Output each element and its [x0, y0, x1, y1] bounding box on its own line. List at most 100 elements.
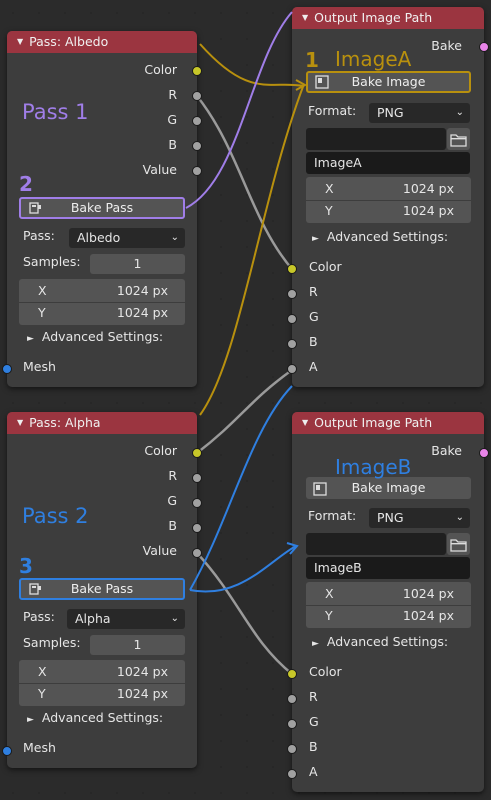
resolution-x-field[interactable]: X 1024 px — [306, 179, 471, 199]
alpha-b-socket[interactable] — [192, 523, 202, 533]
pass-albedo-node[interactable]: ▼ Pass: Albedo Color R G B Value Bake Pa… — [7, 31, 197, 387]
output-color-label: Color — [144, 443, 177, 458]
y-label: Y — [325, 608, 333, 623]
y-label: Y — [325, 203, 333, 218]
resolution-vector[interactable]: X 1024 px Y 1024 px — [19, 279, 185, 325]
output-b-header[interactable]: ▼ Output Image Path — [292, 412, 484, 434]
albedo-mesh-socket[interactable] — [2, 364, 12, 374]
folder-button[interactable] — [447, 128, 470, 150]
pass-alpha-header[interactable]: ▼ Pass: Alpha — [7, 412, 197, 434]
resolution-y-field[interactable]: Y 1024 px — [306, 606, 471, 626]
pass-dropdown-value: Albedo — [77, 230, 121, 245]
format-dropdown[interactable]: PNG ⌄ — [369, 508, 470, 528]
pass-albedo-header[interactable]: ▼ Pass: Albedo — [7, 31, 197, 53]
albedo-b-socket[interactable] — [192, 141, 202, 151]
bake-image-button[interactable]: Bake Image — [306, 477, 471, 499]
outA-r-socket[interactable] — [287, 289, 297, 299]
bake-output-label: Bake — [431, 38, 462, 53]
bake-pass-button[interactable]: Bake Pass — [19, 578, 185, 600]
format-label: Format: — [308, 508, 357, 523]
outB-b-socket[interactable] — [287, 744, 297, 754]
resolution-x-field[interactable]: X 1024 px — [306, 584, 471, 604]
bake-pass-button[interactable]: Bake Pass — [19, 197, 185, 219]
path-field[interactable] — [306, 533, 446, 555]
image-name-field[interactable]: ImageB — [306, 557, 470, 579]
albedo-value-socket[interactable] — [192, 166, 202, 176]
resolution-x-field[interactable]: X 1024 px — [19, 281, 185, 301]
outB-bake-socket[interactable] — [479, 448, 489, 458]
alpha-g-socket[interactable] — [192, 498, 202, 508]
pass-dropdown[interactable]: Albedo ⌄ — [69, 228, 185, 248]
samples-value: 1 — [133, 256, 142, 271]
outA-color-socket[interactable] — [287, 264, 297, 274]
alpha-mesh-socket[interactable] — [2, 746, 12, 756]
outA-g-socket[interactable] — [287, 314, 297, 324]
chevron-down-icon: ⌄ — [455, 512, 464, 523]
folder-icon — [450, 537, 467, 559]
pass-dropdown[interactable]: Alpha ⌄ — [67, 609, 185, 629]
albedo-r-socket[interactable] — [192, 91, 202, 101]
expand-triangle-icon: ► — [27, 715, 34, 725]
annotation-number-1: 1 — [305, 48, 319, 72]
pass-alpha-node[interactable]: ▼ Pass: Alpha Color R G B Value Bake Pas… — [7, 412, 197, 768]
expand-triangle-icon: ► — [312, 234, 319, 244]
outB-g-socket[interactable] — [287, 719, 297, 729]
advanced-settings-toggle[interactable]: ► Advanced Settings: — [312, 229, 448, 244]
output-a-header[interactable]: ▼ Output Image Path — [292, 7, 484, 29]
advanced-settings-toggle[interactable]: ► Advanced Settings: — [312, 634, 448, 649]
output-b-label: B — [168, 137, 177, 152]
outA-a-socket[interactable] — [287, 364, 297, 374]
advanced-settings-toggle[interactable]: ► Advanced Settings: — [27, 329, 163, 344]
resolution-y-field[interactable]: Y 1024 px — [306, 201, 471, 221]
image-name-value: ImageA — [314, 155, 362, 170]
format-dropdown[interactable]: PNG ⌄ — [369, 103, 470, 123]
blue-link-down — [189, 545, 297, 593]
path-field[interactable] — [306, 128, 446, 150]
x-value: 1024 px — [116, 664, 168, 679]
albedo-g-socket[interactable] — [192, 116, 202, 126]
outB-color-socket[interactable] — [287, 669, 297, 679]
image-icon — [315, 75, 329, 89]
alpha-r-socket[interactable] — [192, 473, 202, 483]
image-name-field[interactable]: ImageA — [306, 152, 470, 174]
outB-r-socket[interactable] — [287, 694, 297, 704]
samples-field[interactable]: 1 — [90, 254, 185, 274]
bake-pass-label: Bake Pass — [70, 581, 134, 596]
resolution-vector[interactable]: X 1024 px Y 1024 px — [306, 582, 471, 628]
resolution-y-field[interactable]: Y 1024 px — [19, 684, 185, 704]
alpha-value-socket[interactable] — [192, 548, 202, 558]
input-r-label: R — [309, 689, 318, 704]
pass-label: Pass: — [23, 609, 55, 624]
resolution-vector[interactable]: X 1024 px Y 1024 px — [306, 177, 471, 223]
samples-field[interactable]: 1 — [90, 635, 185, 655]
collapse-triangle-icon[interactable]: ▼ — [302, 412, 308, 434]
advanced-settings-toggle[interactable]: ► Advanced Settings: — [27, 710, 163, 725]
image-icon — [313, 481, 327, 496]
collapse-triangle-icon[interactable]: ▼ — [17, 412, 23, 434]
collapse-triangle-icon[interactable]: ▼ — [302, 7, 308, 29]
resolution-vector[interactable]: X 1024 px Y 1024 px — [19, 660, 185, 706]
resolution-y-field[interactable]: Y 1024 px — [19, 303, 185, 323]
x-label: X — [325, 181, 334, 196]
chevron-down-icon: ⌄ — [170, 232, 179, 243]
output-value-label: Value — [142, 543, 177, 558]
collapse-triangle-icon[interactable]: ▼ — [17, 31, 23, 53]
alpha-color-socket[interactable] — [192, 448, 202, 458]
folder-icon — [450, 132, 467, 154]
output-r-label: R — [168, 468, 177, 483]
link-alpha-value-to-outB-color — [196, 552, 293, 675]
x-value: 1024 px — [402, 181, 454, 196]
output-g-label: G — [167, 493, 177, 508]
outA-bake-socket[interactable] — [479, 42, 489, 52]
annotation-number-2: 2 — [19, 172, 33, 196]
input-g-label: G — [309, 714, 319, 729]
outA-b-socket[interactable] — [287, 339, 297, 349]
outB-a-socket[interactable] — [287, 769, 297, 779]
annotation-pass1: Pass 1 — [22, 100, 89, 124]
bake-image-button[interactable]: Bake Image — [306, 71, 471, 93]
folder-button[interactable] — [447, 533, 470, 555]
input-a-label: A — [309, 764, 318, 779]
mesh-input-label: Mesh — [23, 740, 56, 755]
resolution-x-field[interactable]: X 1024 px — [19, 662, 185, 682]
albedo-color-socket[interactable] — [192, 66, 202, 76]
